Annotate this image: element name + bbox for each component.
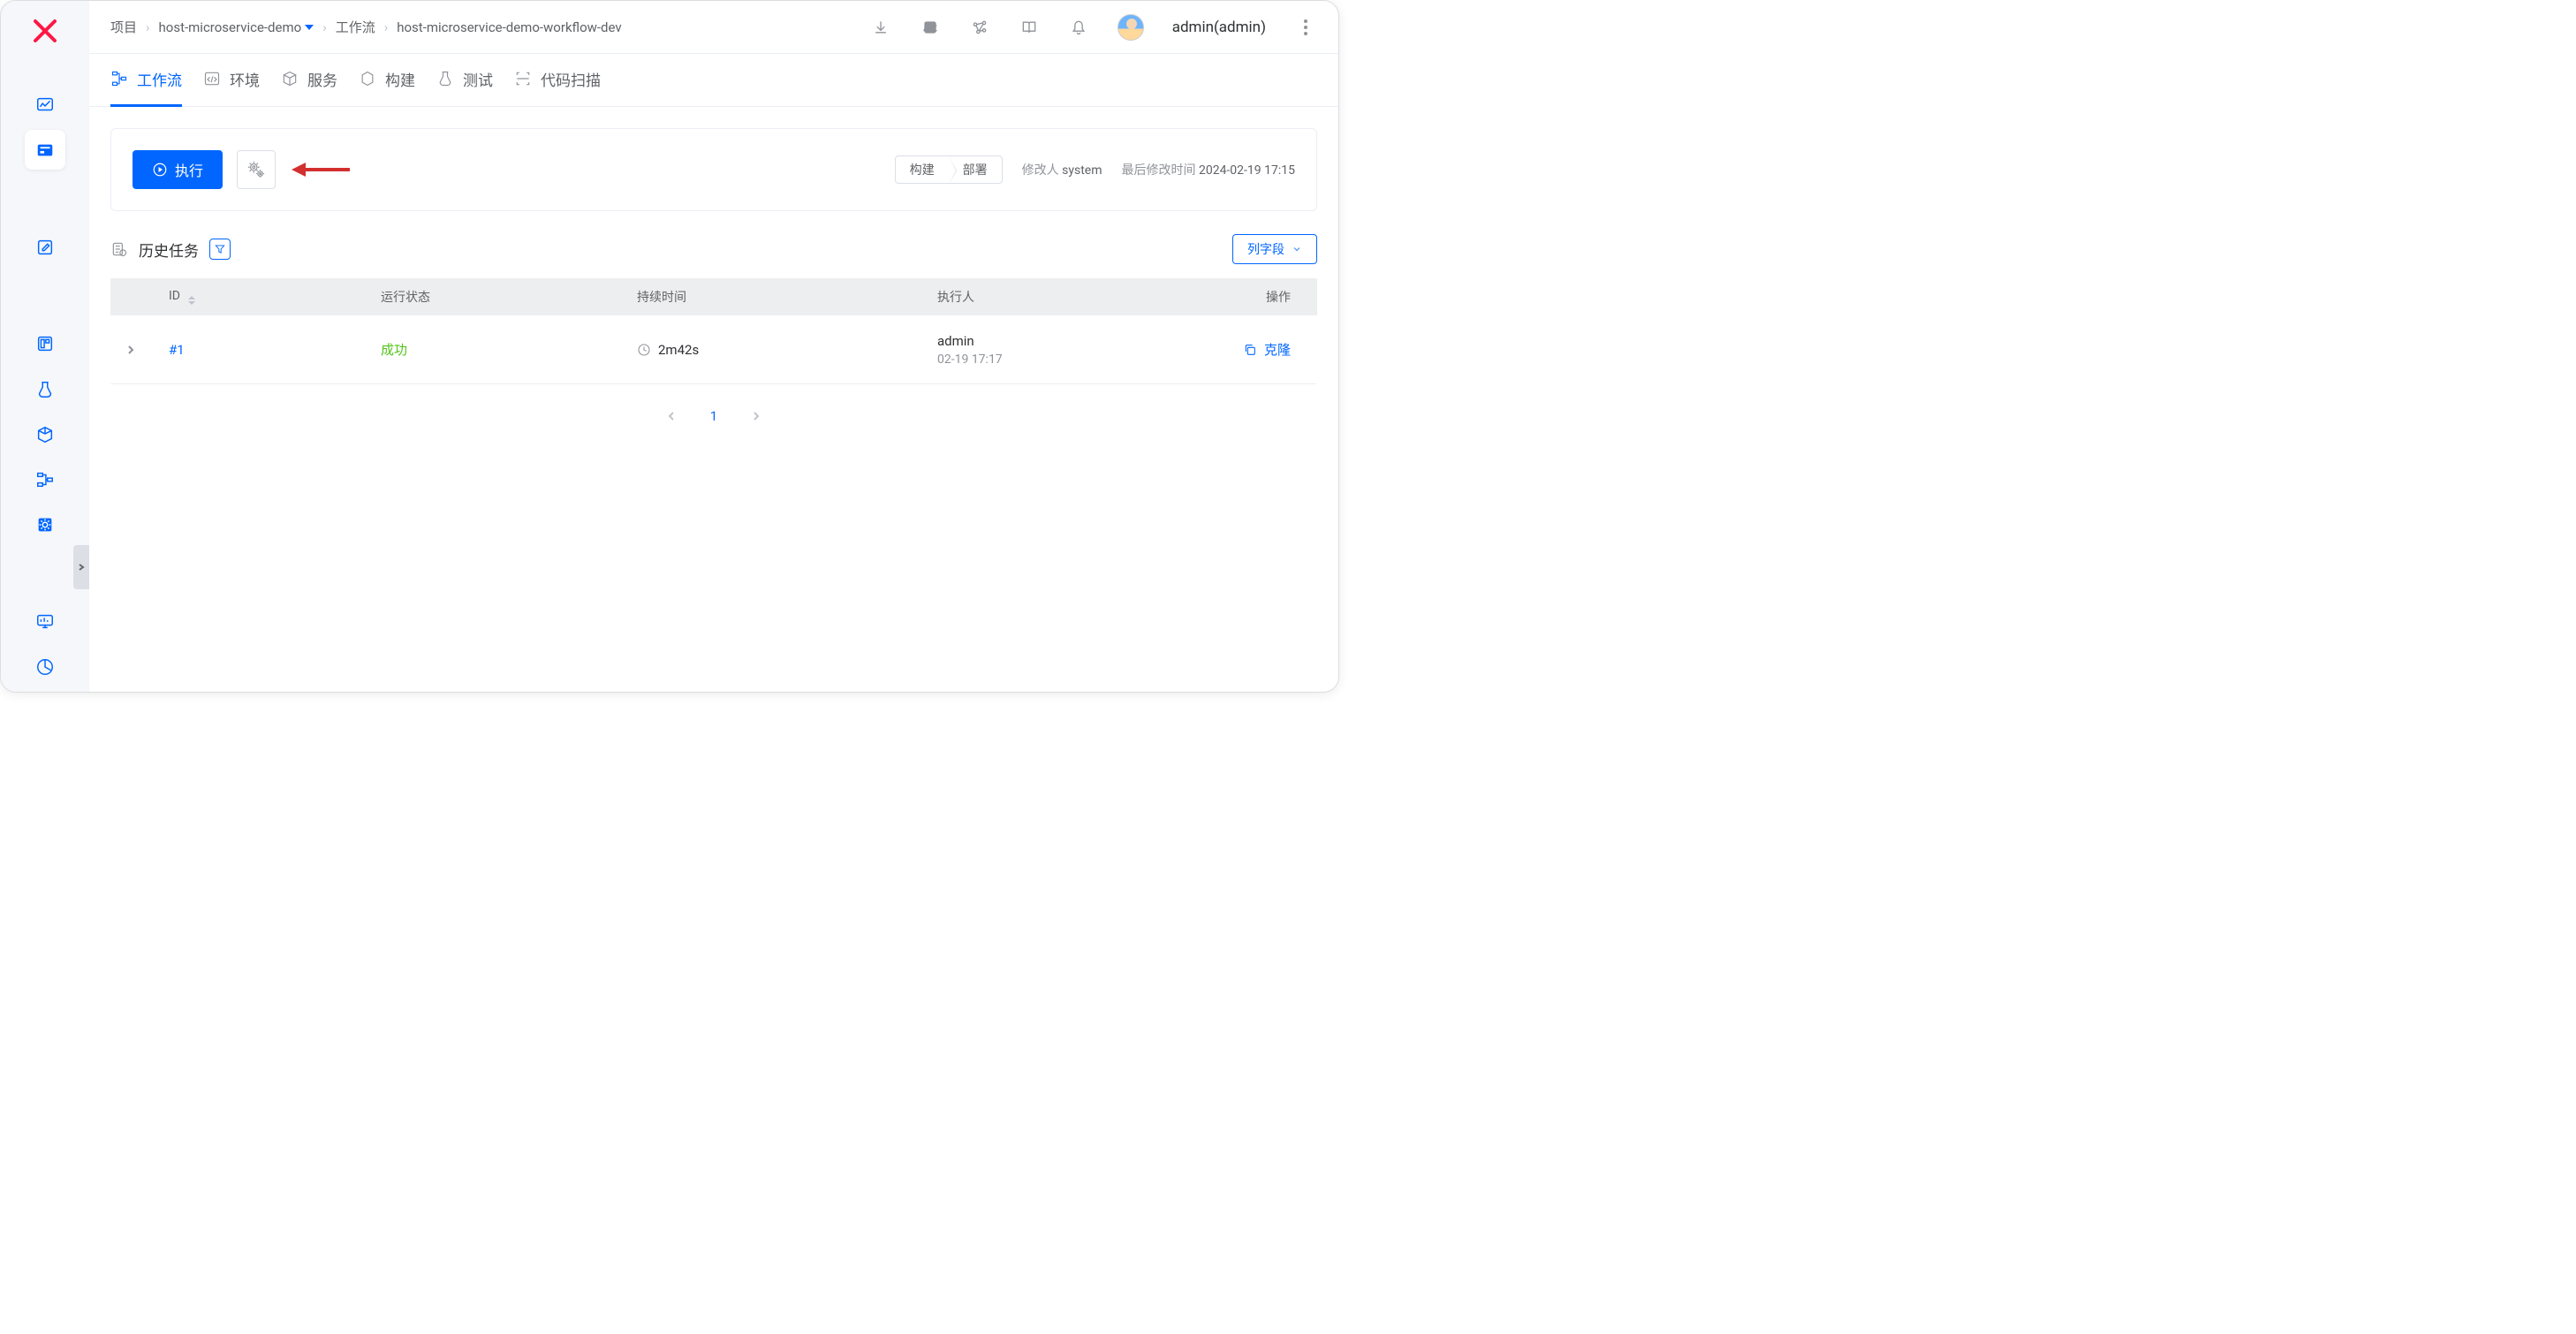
stage-build: 构建 xyxy=(896,156,949,183)
history-table: ID 运行状态 持续时间 执行人 操作 #1 成功 xyxy=(110,278,1317,384)
svg-text:A文: A文 xyxy=(924,23,937,32)
table-row: #1 成功 2m42s admin 02-19 17:17 xyxy=(110,315,1317,384)
modtime-label: 最后修改时间 xyxy=(1121,163,1195,178)
sidebar-item-delivery[interactable] xyxy=(25,414,65,454)
sidebar-item-analytics[interactable] xyxy=(25,647,65,686)
sidebar-item-pipeline[interactable] xyxy=(25,459,65,499)
page-prev[interactable] xyxy=(661,406,682,427)
topbar: 项目 › host-microservice-demo › 工作流 › host… xyxy=(89,1,1338,54)
col-duration: 持续时间 xyxy=(623,288,923,306)
tab-build[interactable]: 构建 xyxy=(359,54,415,107)
workflow-panel: 执行 构建 部署 修改人 system xyxy=(110,128,1317,211)
tab-scan[interactable]: 代码扫描 xyxy=(514,54,601,107)
workflow-settings-button[interactable] xyxy=(237,150,276,189)
task-id-link[interactable]: #1 xyxy=(169,342,185,358)
download-icon[interactable] xyxy=(870,17,891,38)
bell-icon[interactable] xyxy=(1068,17,1089,38)
clone-icon xyxy=(1243,343,1257,357)
gears-icon xyxy=(246,160,266,179)
filter-button[interactable] xyxy=(209,239,231,260)
caret-down-icon xyxy=(305,25,314,30)
sidebar xyxy=(1,1,89,692)
breadcrumb-project-select[interactable]: host-microservice-demo xyxy=(159,19,314,35)
tab-env[interactable]: 环境 xyxy=(203,54,260,107)
sidebar-item-template[interactable] xyxy=(25,324,65,364)
col-id[interactable]: ID xyxy=(155,289,367,305)
sidebar-item-test[interactable] xyxy=(25,369,65,409)
user-label[interactable]: admin(admin) xyxy=(1172,19,1266,36)
history-icon xyxy=(110,240,128,258)
modifier-value: system xyxy=(1062,163,1102,178)
col-status: 运行状态 xyxy=(367,288,623,306)
duration-cell: 2m42s xyxy=(637,342,909,358)
arrow-annotation xyxy=(290,159,352,180)
history-header: 历史任务 列字段 xyxy=(110,234,1317,264)
modtime-value: 2024-02-19 17:15 xyxy=(1199,163,1295,178)
executor-cell: admin 02-19 17:17 xyxy=(937,333,1174,367)
clock-icon xyxy=(637,343,651,357)
page-next[interactable] xyxy=(746,406,767,427)
clone-button[interactable]: 克隆 xyxy=(1202,340,1291,359)
sidebar-item-dashboard[interactable] xyxy=(25,85,65,125)
tab-service[interactable]: 服务 xyxy=(281,54,337,107)
stage-deploy: 部署 xyxy=(949,156,1002,183)
col-ops: 操作 xyxy=(1188,288,1317,306)
avatar[interactable] xyxy=(1118,14,1144,41)
sidebar-item-settings[interactable] xyxy=(25,504,65,544)
sidebar-expand-toggle[interactable] xyxy=(73,545,89,589)
history-title: 历史任务 xyxy=(139,239,199,261)
table-header: ID 运行状态 持续时间 执行人 操作 xyxy=(110,278,1317,315)
app-logo[interactable] xyxy=(31,17,59,44)
breadcrumb: 项目 › host-microservice-demo › 工作流 › host… xyxy=(110,18,622,36)
columns-button[interactable]: 列字段 xyxy=(1232,234,1317,264)
page-number[interactable]: 1 xyxy=(710,408,717,424)
col-executor: 执行人 xyxy=(923,288,1188,306)
run-button[interactable]: 执行 xyxy=(133,150,223,189)
sidebar-item-insight[interactable] xyxy=(25,602,65,641)
sort-caret-icon xyxy=(188,296,195,305)
tab-workflow[interactable]: 工作流 xyxy=(110,54,182,107)
pagination: 1 xyxy=(110,406,1317,427)
more-menu-button[interactable] xyxy=(1294,16,1317,39)
language-icon[interactable]: A文 xyxy=(920,17,941,38)
breadcrumb-project-root[interactable]: 项目 xyxy=(110,18,137,36)
chevron-right-icon: › xyxy=(322,19,327,35)
modifier-label: 修改人 xyxy=(1022,163,1059,178)
status-badge: 成功 xyxy=(381,342,407,358)
breadcrumb-workflow-root[interactable]: 工作流 xyxy=(336,18,375,36)
sidebar-item-project[interactable] xyxy=(25,130,65,170)
sidebar-item-edit[interactable] xyxy=(25,227,65,267)
tabs: 工作流 环境 服务 构建 测试 代码扫描 xyxy=(89,54,1338,107)
chevron-right-icon: › xyxy=(384,19,389,35)
stage-chips: 构建 部署 xyxy=(895,155,1003,184)
network-icon[interactable] xyxy=(969,17,990,38)
expand-row-toggle[interactable] xyxy=(125,344,137,356)
docs-icon[interactable] xyxy=(1019,17,1040,38)
chevron-right-icon: › xyxy=(146,19,150,35)
tab-test[interactable]: 测试 xyxy=(436,54,493,107)
breadcrumb-workflow-name: host-microservice-demo-workflow-dev xyxy=(397,19,621,35)
